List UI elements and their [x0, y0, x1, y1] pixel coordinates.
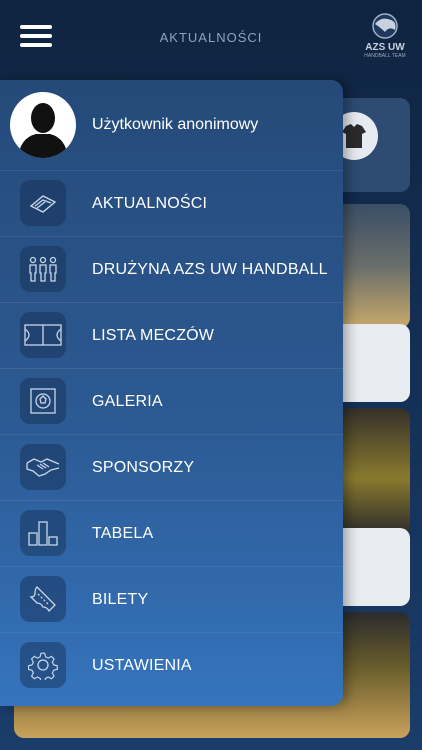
page-title: AKTUALNOŚCI	[159, 30, 263, 45]
menu-item-lista-meczow[interactable]: LISTA MECZÓW	[0, 302, 343, 368]
menu-label: GALERIA	[92, 393, 163, 410]
menu-item-tabela[interactable]: TABELA	[0, 500, 343, 566]
newspaper-icon	[20, 180, 66, 226]
handshake-icon	[20, 444, 66, 490]
menu-label: LISTA MECZÓW	[92, 327, 215, 344]
menu-label: BILETY	[92, 591, 149, 608]
menu-item-ustawienia[interactable]: USTAWIENIA	[0, 632, 343, 698]
navigation-drawer: Użytkownik anonimowy AKTUALNOŚCI DRUŻYNA…	[0, 80, 343, 706]
menu-label: USTAWIENIA	[92, 657, 192, 674]
menu-item-bilety[interactable]: BILETY	[0, 566, 343, 632]
menu-label: DRUŻYNA AZS UW HANDBALL	[92, 261, 328, 278]
menu-item-aktualnosci[interactable]: AKTUALNOŚCI	[0, 170, 343, 236]
menu-item-druzyna[interactable]: DRUŻYNA AZS UW HANDBALL	[0, 236, 343, 302]
avatar	[10, 92, 76, 158]
menu-label: AKTUALNOŚCI	[92, 195, 208, 212]
logo-subtext: HANDBALL TEAM	[364, 53, 406, 59]
menu-item-sponsorzy[interactable]: SPONSORZY	[0, 434, 343, 500]
court-icon	[20, 312, 66, 358]
user-name: Użytkownik anonimowy	[92, 116, 259, 133]
eagle-icon	[372, 13, 398, 39]
gear-icon	[20, 642, 66, 688]
user-profile[interactable]: Użytkownik anonimowy	[0, 80, 343, 170]
menu-item-galeria[interactable]: GALERIA	[0, 368, 343, 434]
menu-label: TABELA	[92, 525, 154, 542]
logo-text: AZS UW	[365, 42, 405, 53]
team-logo: AZS UW HANDBALL TEAM	[362, 12, 408, 64]
team-icon	[20, 246, 66, 292]
ticket-icon	[20, 576, 66, 622]
menu-label: SPONSORZY	[92, 459, 195, 476]
podium-icon	[20, 510, 66, 556]
gallery-icon	[20, 378, 66, 424]
user-silhouette-icon	[18, 103, 68, 158]
top-bar: AKTUALNOŚCI AZS UW HANDBALL TEAM	[0, 0, 422, 76]
